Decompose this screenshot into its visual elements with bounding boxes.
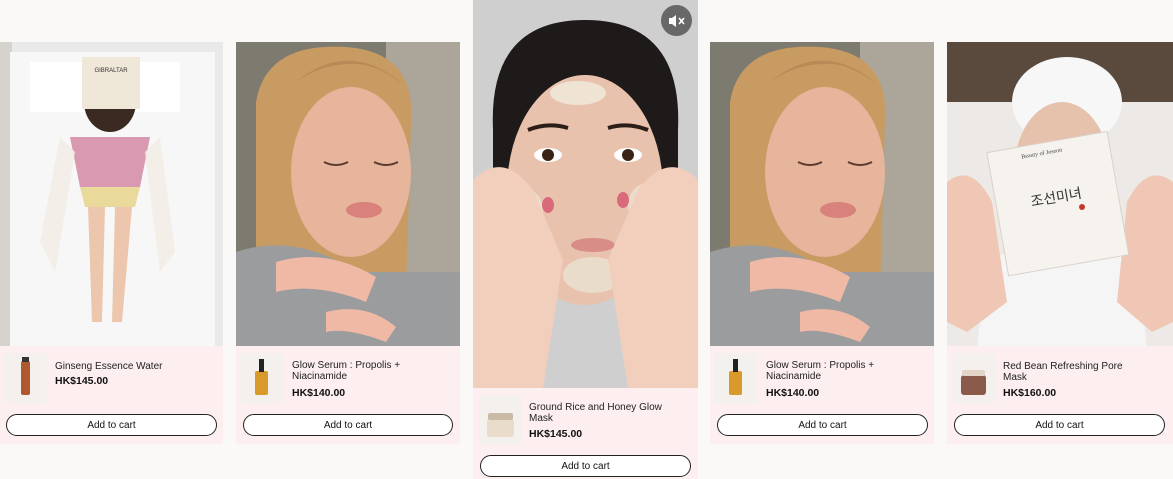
product-name[interactable]: Glow Serum : Propolis + Niacinamide bbox=[766, 360, 906, 382]
product-price: HK$145.00 bbox=[55, 375, 109, 387]
add-to-cart-button[interactable]: Add to cart bbox=[243, 414, 453, 436]
product-video[interactable]: Beauty of Joseon 조선미녀 bbox=[947, 42, 1173, 346]
add-to-cart-button[interactable]: Add to cart bbox=[6, 414, 217, 436]
product-card: Beauty of Joseon 조선미녀 Red Bean Refreshin… bbox=[947, 42, 1173, 444]
woman-holding-mask-box-image: Beauty of Joseon 조선미녀 bbox=[947, 42, 1173, 346]
product-name[interactable]: Ginseng Essence Water bbox=[55, 361, 215, 372]
speaker-muted-icon bbox=[668, 14, 685, 27]
product-thumbnail[interactable] bbox=[240, 353, 283, 403]
product-thumbnail[interactable] bbox=[479, 395, 522, 445]
mute-toggle-button[interactable] bbox=[661, 5, 692, 36]
product-price: HK$140.00 bbox=[292, 387, 346, 399]
product-info: Red Bean Refreshing Pore Mask HK$160.00 … bbox=[947, 346, 1173, 444]
add-to-cart-button[interactable]: Add to cart bbox=[717, 414, 928, 436]
product-info: Ground Rice and Honey Glow Mask HK$145.0… bbox=[473, 388, 698, 479]
serum-bottle-icon bbox=[255, 371, 268, 395]
serum-bottle-icon bbox=[729, 371, 742, 395]
product-video[interactable] bbox=[236, 42, 460, 346]
woman-reading-in-bed-image: GIBRALTAR bbox=[0, 42, 223, 346]
product-info: Ginseng Essence Water HK$145.00 Add to c… bbox=[0, 346, 223, 444]
product-thumbnail[interactable] bbox=[714, 353, 757, 403]
woman-eyes-closed-image bbox=[236, 42, 460, 346]
product-video[interactable] bbox=[473, 0, 698, 388]
product-card: Glow Serum : Propolis + Niacinamide HK$1… bbox=[710, 42, 934, 444]
product-name[interactable]: Ground Rice and Honey Glow Mask bbox=[529, 402, 669, 424]
product-card: GIBRALTAR Ginseng Essence Water HK$145.0… bbox=[0, 42, 223, 444]
product-card: Glow Serum : Propolis + Niacinamide HK$1… bbox=[236, 42, 460, 444]
jar-icon bbox=[487, 419, 514, 437]
product-thumbnail[interactable] bbox=[952, 353, 995, 403]
book-title: GIBRALTAR bbox=[94, 68, 128, 74]
add-to-cart-button[interactable]: Add to cart bbox=[480, 455, 691, 477]
product-name[interactable]: Glow Serum : Propolis + Niacinamide bbox=[292, 360, 432, 382]
product-info: Glow Serum : Propolis + Niacinamide HK$1… bbox=[710, 346, 934, 444]
woman-eyes-closed-image bbox=[710, 42, 934, 346]
product-name[interactable]: Red Bean Refreshing Pore Mask bbox=[1003, 361, 1143, 383]
woman-applying-mask-image bbox=[473, 0, 698, 388]
jar-icon bbox=[961, 375, 986, 395]
product-card-active: Ground Rice and Honey Glow Mask HK$145.0… bbox=[473, 0, 698, 479]
product-video[interactable]: GIBRALTAR bbox=[0, 42, 223, 346]
product-price: HK$145.00 bbox=[529, 428, 583, 440]
product-info: Glow Serum : Propolis + Niacinamide HK$1… bbox=[236, 346, 460, 444]
bottle-icon bbox=[21, 361, 30, 395]
product-video[interactable] bbox=[710, 42, 934, 346]
add-to-cart-button[interactable]: Add to cart bbox=[954, 414, 1165, 436]
product-thumbnail[interactable] bbox=[4, 353, 47, 403]
product-price: HK$140.00 bbox=[766, 387, 820, 399]
product-price: HK$160.00 bbox=[1003, 387, 1057, 399]
